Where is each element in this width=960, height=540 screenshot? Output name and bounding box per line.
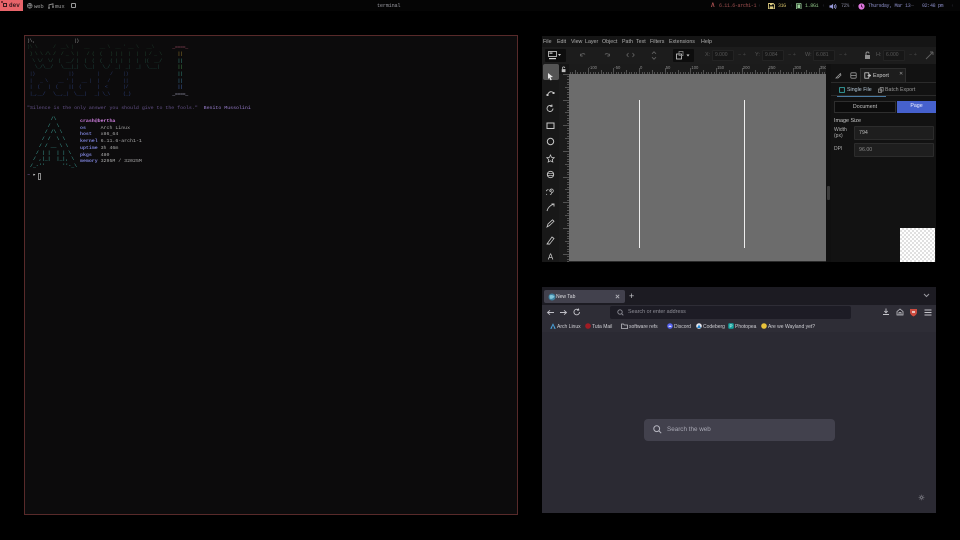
- svg-text:P: P: [729, 324, 732, 329]
- svg-text:A: A: [548, 252, 554, 261]
